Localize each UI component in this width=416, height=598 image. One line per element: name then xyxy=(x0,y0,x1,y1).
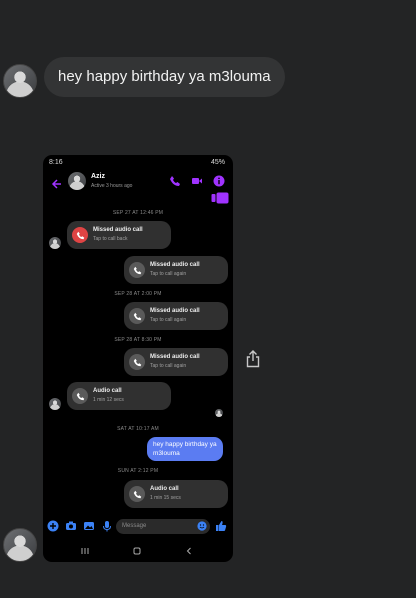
timestamp: SEP 28 AT 8:30 PM xyxy=(114,337,162,343)
contact-mini-avatar xyxy=(49,398,61,410)
sender-avatar[interactable] xyxy=(3,528,37,562)
phone-call-icon xyxy=(72,388,88,404)
phone-call-icon xyxy=(129,262,145,278)
seen-avatar xyxy=(215,409,223,417)
call-subtitle: 1 min 15 secs xyxy=(150,495,181,501)
phone-call-icon xyxy=(129,308,145,324)
sent-message-bubble[interactable]: hey happy birthday ya m3louma xyxy=(147,437,223,461)
thumbs-up-icon[interactable] xyxy=(215,520,227,532)
call-title: Missed audio call xyxy=(93,227,143,233)
phone-call-icon xyxy=(129,354,145,370)
microphone-icon[interactable] xyxy=(101,520,113,532)
call-title: Missed audio call xyxy=(150,354,200,360)
plus-icon[interactable] xyxy=(47,520,59,532)
contact-mini-avatar xyxy=(49,237,61,249)
call-title: Missed audio call xyxy=(150,262,200,268)
missed-call-icon xyxy=(72,227,88,243)
call-subtitle: Tap to call back xyxy=(93,236,128,242)
contact-avatar[interactable] xyxy=(68,172,86,190)
phone-call-icon xyxy=(129,486,145,502)
missed-call-bubble[interactable]: Missed audio call Tap to call again xyxy=(124,348,228,376)
status-battery: 45% xyxy=(210,159,225,166)
call-subtitle: 1 min 12 secs xyxy=(93,397,124,403)
share-icon[interactable] xyxy=(244,349,262,369)
audio-call-bubble[interactable]: Audio call 1 min 12 secs xyxy=(67,382,171,410)
call-subtitle: Tap to call again xyxy=(150,317,187,323)
audio-call-bubble[interactable]: Audio call 1 min 15 secs xyxy=(124,480,228,508)
call-subtitle: Tap to call again xyxy=(150,271,187,277)
message-input[interactable]: Message xyxy=(116,519,210,534)
timestamp: SUN AT 2:12 PM xyxy=(117,468,159,474)
call-title: Missed audio call xyxy=(150,308,200,314)
phone-call-icon[interactable] xyxy=(169,175,181,187)
message-composer: Message xyxy=(43,517,233,535)
back-nav-icon[interactable] xyxy=(183,545,195,557)
home-icon[interactable] xyxy=(131,545,143,557)
missed-call-bubble[interactable]: Missed audio call Tap to call back xyxy=(67,221,171,249)
recent-apps-icon[interactable] xyxy=(79,545,91,557)
contact-status: Active 3 hours ago xyxy=(91,183,133,189)
call-title: Audio call xyxy=(93,388,122,394)
video-chat-icon[interactable] xyxy=(211,192,229,204)
video-call-icon[interactable] xyxy=(191,175,203,187)
android-nav-bar xyxy=(43,540,233,562)
timestamp: SEP 28 AT 2:00 PM xyxy=(114,291,162,297)
timestamp: SEP 27 AT 12:46 PM xyxy=(112,210,164,216)
status-time: 8:16 xyxy=(49,159,63,166)
call-subtitle: Tap to call again xyxy=(150,363,187,369)
missed-call-bubble[interactable]: Missed audio call Tap to call again xyxy=(124,302,228,330)
conversation-header: Aziz Active 3 hours ago xyxy=(43,171,233,201)
timestamp: SAT AT 10:17 AM xyxy=(117,426,159,432)
contact-name[interactable]: Aziz xyxy=(91,173,105,180)
gallery-icon[interactable] xyxy=(83,520,95,532)
back-arrow-icon[interactable] xyxy=(51,177,63,191)
info-icon[interactable] xyxy=(213,175,225,187)
camera-icon[interactable] xyxy=(65,520,77,532)
sender-avatar[interactable] xyxy=(3,64,37,98)
emoji-icon[interactable] xyxy=(197,521,207,531)
phone-screenshot[interactable]: 8:16 45% Aziz Active 3 hours ago SEP 27 … xyxy=(43,155,233,562)
status-bar: 8:16 45% xyxy=(43,155,233,171)
call-title: Audio call xyxy=(150,486,179,492)
missed-call-bubble[interactable]: Missed audio call Tap to call again xyxy=(124,256,228,284)
chat-message-bubble[interactable]: hey happy birthday ya m3louma xyxy=(44,57,285,97)
